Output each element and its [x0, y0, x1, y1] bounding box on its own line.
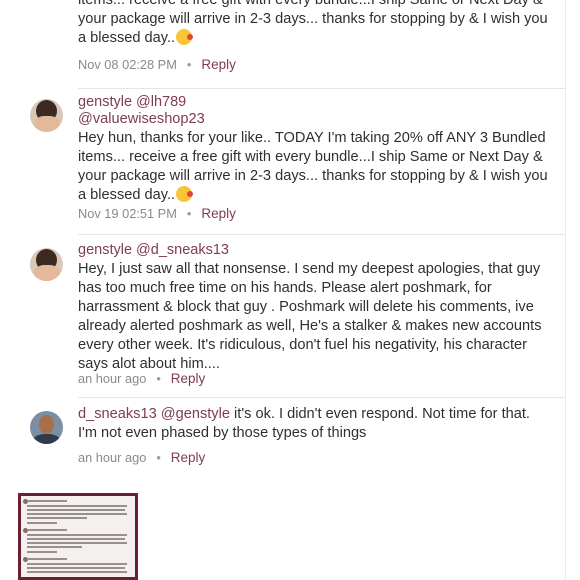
- username-link[interactable]: genstyle: [78, 242, 132, 258]
- comment-text: d_sneaks13 @genstyle it's ok. I didn't e…: [78, 406, 530, 441]
- reply-button[interactable]: Reply: [201, 206, 236, 221]
- username-link[interactable]: d_sneaks13: [78, 406, 157, 422]
- reply-button[interactable]: Reply: [201, 57, 236, 72]
- side-strip: [565, 0, 580, 580]
- mention-link[interactable]: @d_sneaks13: [136, 242, 229, 258]
- mention-link[interactable]: @lh789: [136, 94, 186, 110]
- comment-timestamp: Nov 08 02:28 PM: [78, 57, 177, 72]
- reply-button[interactable]: Reply: [171, 450, 206, 465]
- mention-link[interactable]: @valuewiseshop23: [78, 110, 553, 129]
- comment-meta: Nov 19 02:51 PM • Reply: [78, 206, 236, 221]
- username-link[interactable]: genstyle: [78, 94, 132, 110]
- comment-meta: Nov 08 02:28 PM • Reply: [78, 57, 236, 72]
- kissing-face-emoji-icon: [176, 29, 194, 45]
- comment-author: genstyle @d_sneaks13: [78, 242, 229, 258]
- thumbnail-preview: [21, 496, 135, 577]
- comment-timestamp: an hour ago: [78, 450, 147, 465]
- comment-meta: an hour ago • Reply: [78, 450, 206, 465]
- comment-timestamp: an hour ago: [78, 371, 147, 386]
- reply-button[interactable]: Reply: [171, 371, 206, 386]
- mention-link[interactable]: @genstyle: [161, 406, 230, 422]
- screenshot-thumbnail[interactable]: [18, 493, 138, 580]
- user-avatar[interactable]: [30, 99, 63, 132]
- comments-screen: items... receive a free gift with every …: [0, 0, 565, 485]
- comment-meta: an hour ago • Reply: [78, 371, 206, 386]
- comment-divider: [78, 397, 565, 398]
- comment-text: @valuewiseshop23 Hey hun, thanks for you…: [78, 110, 553, 205]
- kissing-face-emoji-icon: [176, 186, 194, 202]
- comment-author: genstyle @lh789: [78, 94, 186, 110]
- comment-text: items... receive a free gift with every …: [78, 0, 548, 46]
- comment-text: Hey, I just saw all that nonsense. I sen…: [78, 261, 542, 372]
- comment-timestamp: Nov 19 02:51 PM: [78, 206, 177, 221]
- user-avatar[interactable]: [30, 411, 63, 444]
- comment-divider: [78, 234, 565, 235]
- user-avatar[interactable]: [30, 248, 63, 281]
- comment-divider: [78, 88, 565, 89]
